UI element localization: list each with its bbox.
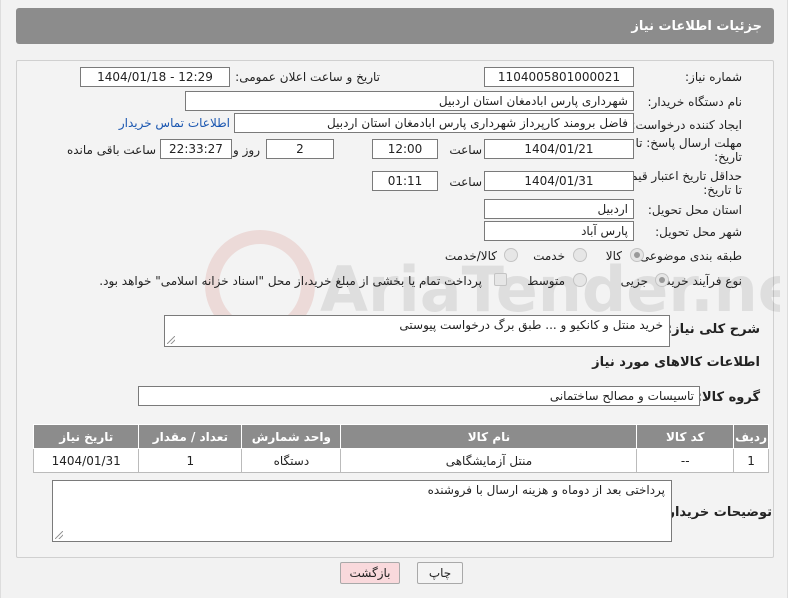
buyer-notes-textarea[interactable]: پرداختی بعد از دوماه و هزینه ارسال با فر… [52,480,672,542]
goods-table: ردیف کد کالا نام کالا واحد شمارش تعداد /… [32,424,769,473]
goods-group-label: گروه کالا: [696,390,760,405]
process-radio-minor[interactable] [655,273,669,287]
validity-date-field: 1404/01/31 [484,171,634,191]
page-header: جزئیات اطلاعات نیاز [16,8,774,44]
description-textarea[interactable]: خرید منتل و کانکیو و ... طبق برگ درخواست… [164,315,670,347]
city-label: شهر محل تحویل: [655,225,742,239]
description-label: شرح کلی نیاز: [666,322,760,337]
buyer-notes-label: توضیحات خریدار: [662,505,772,520]
city-field: پارس آباد [484,221,634,241]
category-radio-goods-service[interactable] [504,248,518,262]
col-row: ردیف [733,424,769,449]
reply-time-field: 12:00 [372,139,438,159]
resize-grip-icon[interactable] [167,336,175,344]
table-row: 1 -- منتل آزمایشگاهی دستگاه 1 1404/01/31 [32,448,769,473]
requester-label: ایجاد کننده درخواست: [631,118,742,132]
cell-unit: دستگاه [241,448,342,473]
cell-quantity: 1 [138,448,243,473]
validity-time-field: 01:11 [372,171,438,191]
remaining-time-field: 22:33:27 [160,139,232,159]
back-button[interactable]: بازگشت [340,562,400,584]
col-quantity: تعداد / مقدار [138,424,243,449]
category-label: طبقه بندی موضوعی: [635,249,742,263]
cell-need-date: 1404/01/31 [32,448,140,473]
col-unit: واحد شمارش [241,424,342,449]
buyer-notes-text: پرداختی بعد از دوماه و هزینه ارسال با فر… [427,483,665,497]
buyer-contact-link[interactable]: اطلاعات تماس خریدار [119,116,230,130]
days-label: روز و [233,143,260,157]
description-text: خرید منتل و کانکیو و ... طبق برگ درخواست… [399,318,663,332]
process-radio-medium[interactable] [573,273,587,287]
reply-deadline-label: مهلت ارسال پاسخ: تا تاریخ: [635,136,742,164]
announce-datetime-field: 1404/01/18 - 12:29 [80,67,230,87]
col-goods-code: کد کالا [636,424,735,449]
cell-goods-name: منتل آزمایشگاهی [340,448,638,473]
requester-field: فاضل برومند کارپرداز شهرداری پارس ابادمغ… [234,113,634,133]
category-radio-service[interactable] [573,248,587,262]
goods-info-title: اطلاعات کالاهای مورد نیاز [592,355,760,370]
days-field: 2 [266,139,334,159]
reply-time-label: ساعت [449,143,482,157]
cell-goods-code: -- [636,448,735,473]
cell-row: 1 [733,448,769,473]
process-option-minor: جزیی [620,274,648,288]
buyer-org-field: شهرداری پارس ابادمغان استان اردبیل [185,91,634,111]
payment-note: پرداخت تمام یا بخشی از مبلغ خرید،از محل … [99,274,482,288]
col-need-date: تاریخ نیاز [32,424,140,449]
category-option-service: خدمت [533,249,565,263]
process-option-medium: متوسط [527,274,565,288]
goods-table-header: ردیف کد کالا نام کالا واحد شمارش تعداد /… [32,424,769,449]
category-option-goods-service: کالا/خدمت [444,249,497,263]
category-radio-goods[interactable] [630,248,644,262]
category-option-goods: کالا [605,249,622,263]
province-field: اردبیل [484,199,634,219]
treasury-payment-checkbox[interactable] [494,273,507,286]
announce-datetime-label: تاریخ و ساعت اعلان عمومی: [235,70,380,84]
province-label: استان محل تحویل: [647,203,742,217]
page-title: جزئیات اطلاعات نیاز [631,19,762,34]
need-number-label: شماره نیاز: [685,70,742,84]
resize-grip-icon[interactable] [55,531,63,539]
process-label: نوع فرآیند خرید : [657,274,742,288]
remaining-time-label: ساعت باقی مانده [66,143,156,157]
col-goods-name: نام کالا [340,424,638,449]
need-number-field: 1104005801000021 [484,67,634,87]
reply-date-field: 1404/01/21 [484,139,634,159]
goods-group-field: تاسیسات و مصالح ساختمانی [138,386,700,406]
print-button[interactable]: چاپ [417,562,463,584]
buyer-org-label: نام دستگاه خریدار: [647,95,743,109]
validity-time-label: ساعت [449,175,482,189]
